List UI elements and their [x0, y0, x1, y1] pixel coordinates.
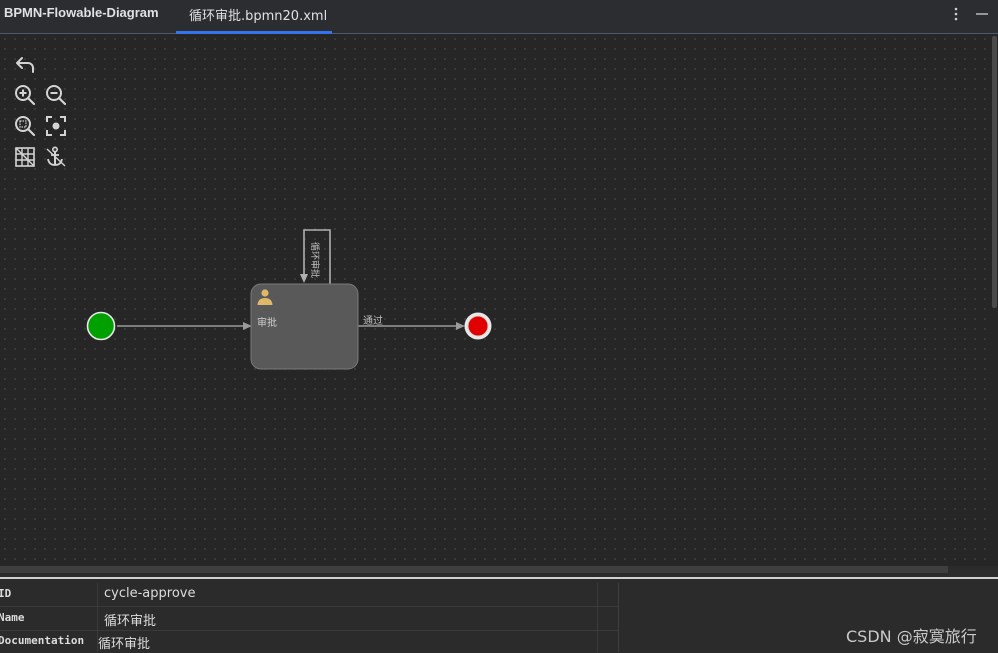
- end-event-inner: [467, 315, 489, 337]
- tab-active-file[interactable]: 循环审批.bpmn20.xml: [176, 0, 332, 34]
- bpmn-diagram: [86, 229, 492, 370]
- property-row-documentation: Documentation 循环审批: [0, 630, 618, 653]
- vertical-scrollbar[interactable]: [990, 34, 998, 566]
- flow-arrowhead: [456, 322, 465, 330]
- minimize-icon[interactable]: [974, 4, 990, 24]
- tab-bar: BPMN-Flowable-Diagram 循环审批.bpmn20.xml: [0, 0, 998, 34]
- loop-flow-label: 循环审批: [309, 241, 319, 278]
- vertical-scrollbar-thumb[interactable]: [992, 36, 997, 308]
- property-row-id: ID cycle-approve: [0, 583, 618, 607]
- flow-loop-arrowhead: [300, 274, 308, 283]
- properties-panel: ID cycle-approve Name 循环审批 Documentation…: [0, 583, 619, 652]
- pass-flow-label: 通过: [363, 316, 383, 327]
- property-row-name: Name 循环审批: [0, 607, 618, 631]
- property-value-documentation[interactable]: 循环审批: [98, 633, 150, 652]
- property-key: Name: [0, 611, 25, 624]
- property-key: ID: [0, 587, 12, 600]
- property-value-id[interactable]: cycle-approve: [104, 586, 195, 601]
- horizontal-scrollbar[interactable]: [0, 566, 948, 573]
- start-event: [86, 311, 116, 341]
- property-value-name[interactable]: 循环审批: [104, 610, 156, 629]
- app-title: BPMN-Flowable-Diagram: [4, 5, 159, 20]
- more-options-icon[interactable]: [948, 4, 964, 24]
- diagram-canvas[interactable]: 审批 通过 循环审批: [0, 34, 990, 566]
- panel-divider[interactable]: [0, 577, 998, 579]
- task-label: 审批: [257, 318, 277, 329]
- watermark: CSDN @寂寞旅行: [846, 627, 977, 646]
- tab-label: 循环审批.bpmn20.xml: [189, 9, 328, 24]
- property-key: Documentation: [0, 634, 85, 647]
